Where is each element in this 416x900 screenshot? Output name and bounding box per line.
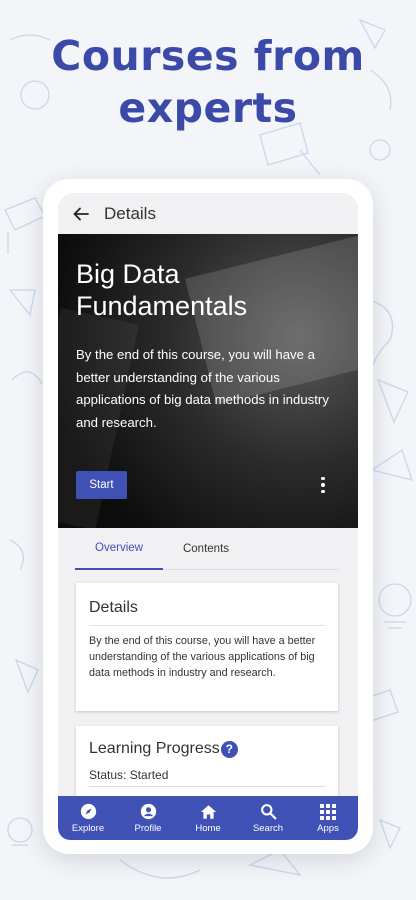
search-icon <box>259 803 277 821</box>
nav-apps-label: Apps <box>317 822 339 834</box>
tab-overview[interactable]: Overview <box>75 528 163 570</box>
learning-progress-title: Learning Progress ? <box>89 740 238 758</box>
course-title-line-2: Fundamentals <box>76 291 248 321</box>
phone-frame: Details Big Data Fundamentals By the end… <box>43 179 373 854</box>
more-options-icon[interactable] <box>316 475 330 495</box>
page-title: Details <box>104 204 156 223</box>
nav-search-label: Search <box>252 822 284 834</box>
headline-line-2: experts <box>118 84 298 132</box>
tab-contents[interactable]: Contents <box>163 528 249 570</box>
nav-home-label: Home <box>195 822 221 834</box>
learning-progress-label: Learning Progress <box>89 740 220 757</box>
account-icon <box>139 803 157 821</box>
course-title: Big Data Fundamentals <box>76 258 346 322</box>
course-tabs: Overview Contents <box>75 528 339 570</box>
back-button[interactable] <box>58 193 104 235</box>
progress-status: Status: Started <box>89 768 169 782</box>
nav-profile[interactable]: Profile <box>118 796 178 840</box>
help-icon[interactable]: ? <box>220 740 238 758</box>
nav-search[interactable]: Search <box>238 796 298 840</box>
course-title-line-1: Big Data <box>76 259 180 289</box>
arrow-back-icon <box>73 207 89 221</box>
headline-line-1: Courses from <box>51 32 365 80</box>
home-icon <box>199 803 217 821</box>
app-bar: Details <box>58 193 358 235</box>
nav-explore-label: Explore <box>71 822 105 834</box>
compass-icon <box>79 803 97 821</box>
divider <box>89 786 325 787</box>
nav-profile-label: Profile <box>134 822 162 834</box>
nav-explore[interactable]: Explore <box>58 796 118 840</box>
nav-home[interactable]: Home <box>178 796 238 840</box>
course-hero: Big Data Fundamentals By the end of this… <box>58 234 358 528</box>
details-card-body: By the end of this course, you will have… <box>89 635 316 679</box>
bottom-navigation: Explore Profile Home Search Apps <box>58 796 358 840</box>
app-screen: Details Big Data Fundamentals By the end… <box>58 193 358 840</box>
apps-grid-icon <box>319 803 337 821</box>
details-card-title: Details <box>89 599 138 616</box>
course-description: By the end of this course, you will have… <box>76 347 329 430</box>
divider <box>89 625 325 626</box>
details-card: Details By the end of this course, you w… <box>76 583 338 711</box>
nav-apps[interactable]: Apps <box>298 796 358 840</box>
headline: Courses from experts <box>0 30 416 134</box>
start-button[interactable]: Start <box>76 471 127 499</box>
